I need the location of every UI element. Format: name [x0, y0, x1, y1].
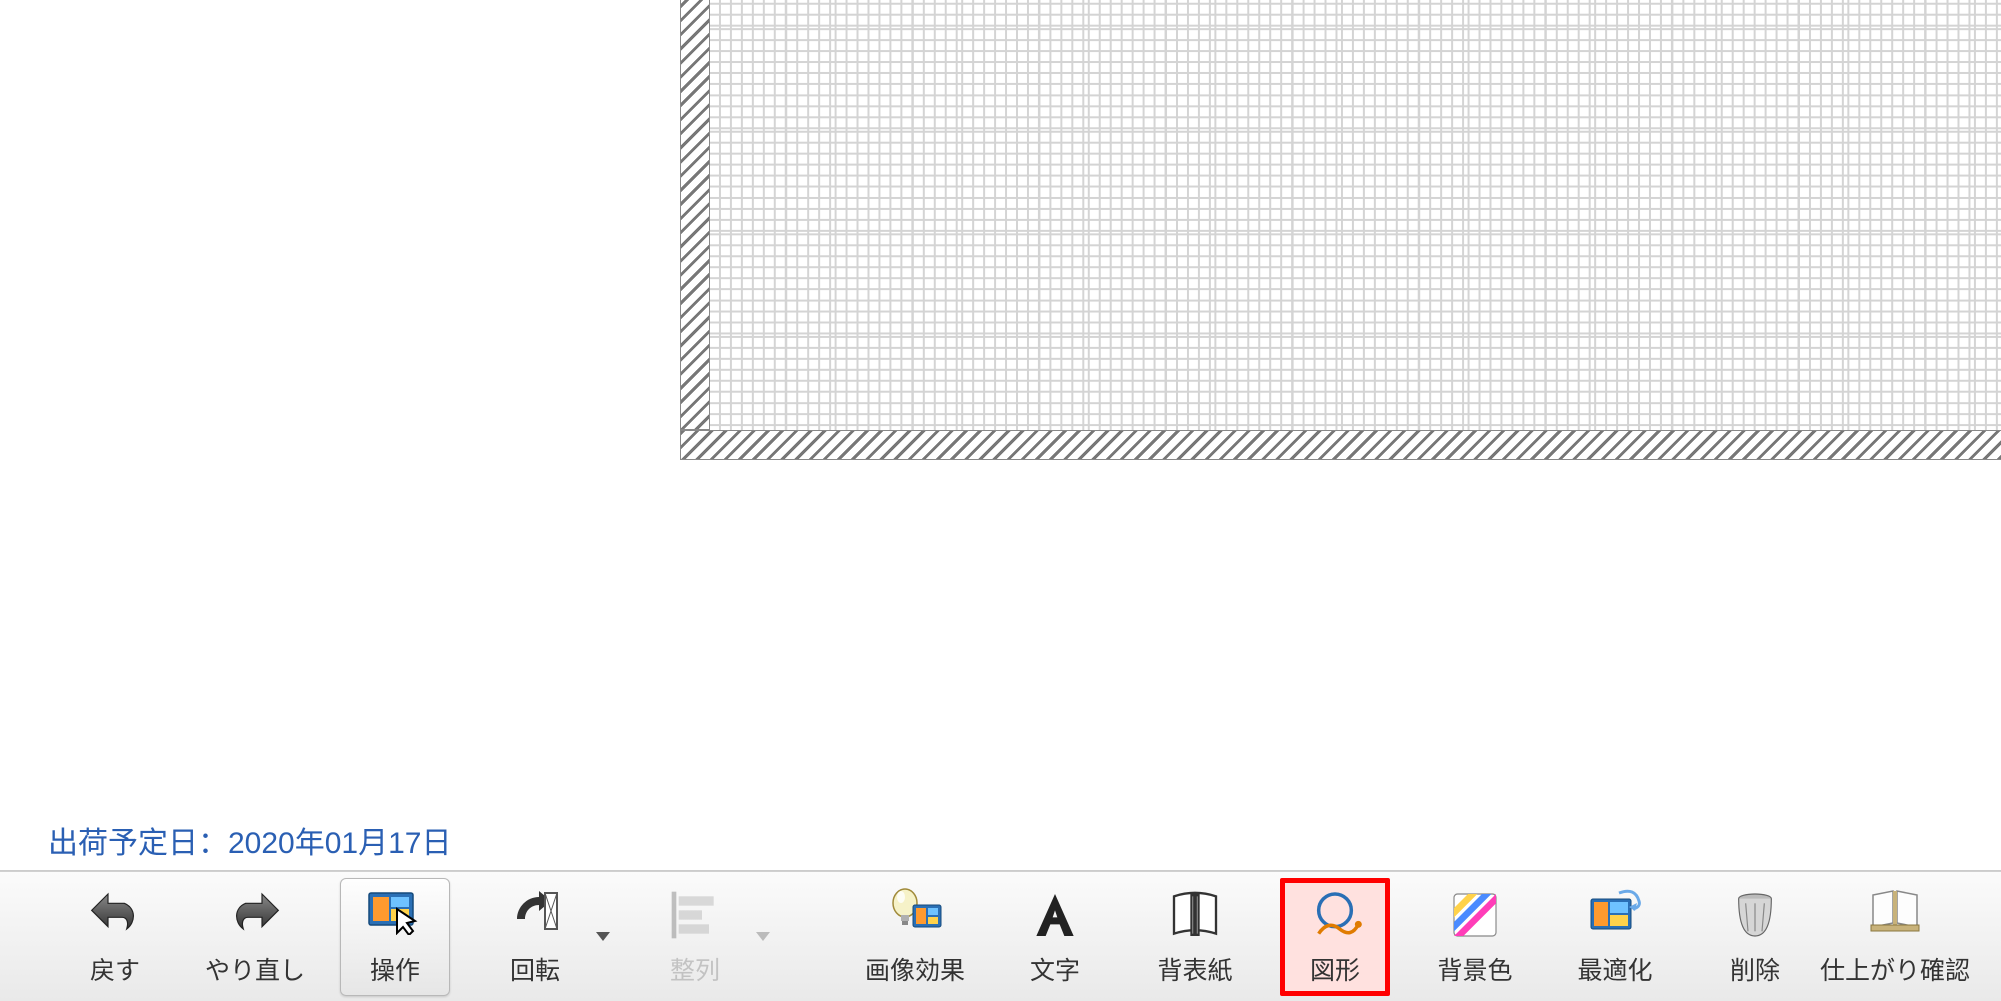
- preview-button[interactable]: 仕上がり確認: [1840, 878, 1950, 996]
- preview-icon: [1867, 887, 1923, 943]
- canvas-page-grid[interactable]: [708, 0, 2001, 430]
- image-effect-label: 画像効果: [865, 951, 965, 987]
- bgcolor-label: 背景色: [1437, 951, 1512, 987]
- optimize-label: 最適化: [1577, 951, 1652, 987]
- image-effect-icon: [887, 887, 943, 943]
- cover-icon: [1167, 887, 1223, 943]
- rotate-label: 回転: [510, 951, 560, 987]
- align-button: 整列: [640, 878, 750, 996]
- shape-button[interactable]: 図形: [1280, 878, 1390, 996]
- redo-label: やり直し: [205, 951, 305, 987]
- operate-label: 操作: [370, 951, 420, 987]
- align-group: 整列: [640, 878, 770, 996]
- cover-label: 背表紙: [1157, 951, 1232, 987]
- image-effect-button[interactable]: 画像効果: [860, 878, 970, 996]
- rotate-button[interactable]: 回転: [480, 878, 590, 996]
- bgcolor-icon: [1447, 887, 1503, 943]
- operate-icon: [367, 887, 423, 943]
- align-label: 整列: [670, 951, 720, 987]
- shipping-date-label: 出荷予定日：2020年01月17日: [48, 818, 451, 862]
- preview-label: 仕上がり確認: [1820, 951, 1970, 987]
- text-label: 文字: [1030, 951, 1080, 987]
- shape-icon: [1307, 887, 1363, 943]
- delete-label: 削除: [1730, 951, 1780, 987]
- shape-label: 図形: [1310, 951, 1360, 987]
- optimize-icon: [1587, 887, 1643, 943]
- undo-label: 戻す: [90, 951, 140, 987]
- redo-icon: [227, 887, 283, 943]
- bottom-toolbar: 戻す やり直し 操作: [0, 871, 2001, 1001]
- chevron-down-icon[interactable]: [596, 932, 610, 941]
- undo-icon: [87, 887, 143, 943]
- text-button[interactable]: 文字: [1000, 878, 1110, 996]
- rotate-group: 回転: [480, 878, 610, 996]
- optimize-button[interactable]: 最適化: [1560, 878, 1670, 996]
- cover-button[interactable]: 背表紙: [1140, 878, 1250, 996]
- align-icon: [667, 887, 723, 943]
- text-icon: [1027, 887, 1083, 943]
- canvas-area[interactable]: [0, 0, 2001, 809]
- trash-icon: [1727, 887, 1783, 943]
- delete-button[interactable]: 削除: [1700, 878, 1810, 996]
- chevron-down-icon: [756, 932, 770, 941]
- undo-button[interactable]: 戻す: [60, 878, 170, 996]
- operate-button[interactable]: 操作: [340, 878, 450, 996]
- bgcolor-button[interactable]: 背景色: [1420, 878, 1530, 996]
- status-bar: 出荷予定日：2020年01月17日: [0, 809, 2001, 871]
- rotate-icon: [507, 887, 563, 943]
- redo-button[interactable]: やり直し: [200, 878, 310, 996]
